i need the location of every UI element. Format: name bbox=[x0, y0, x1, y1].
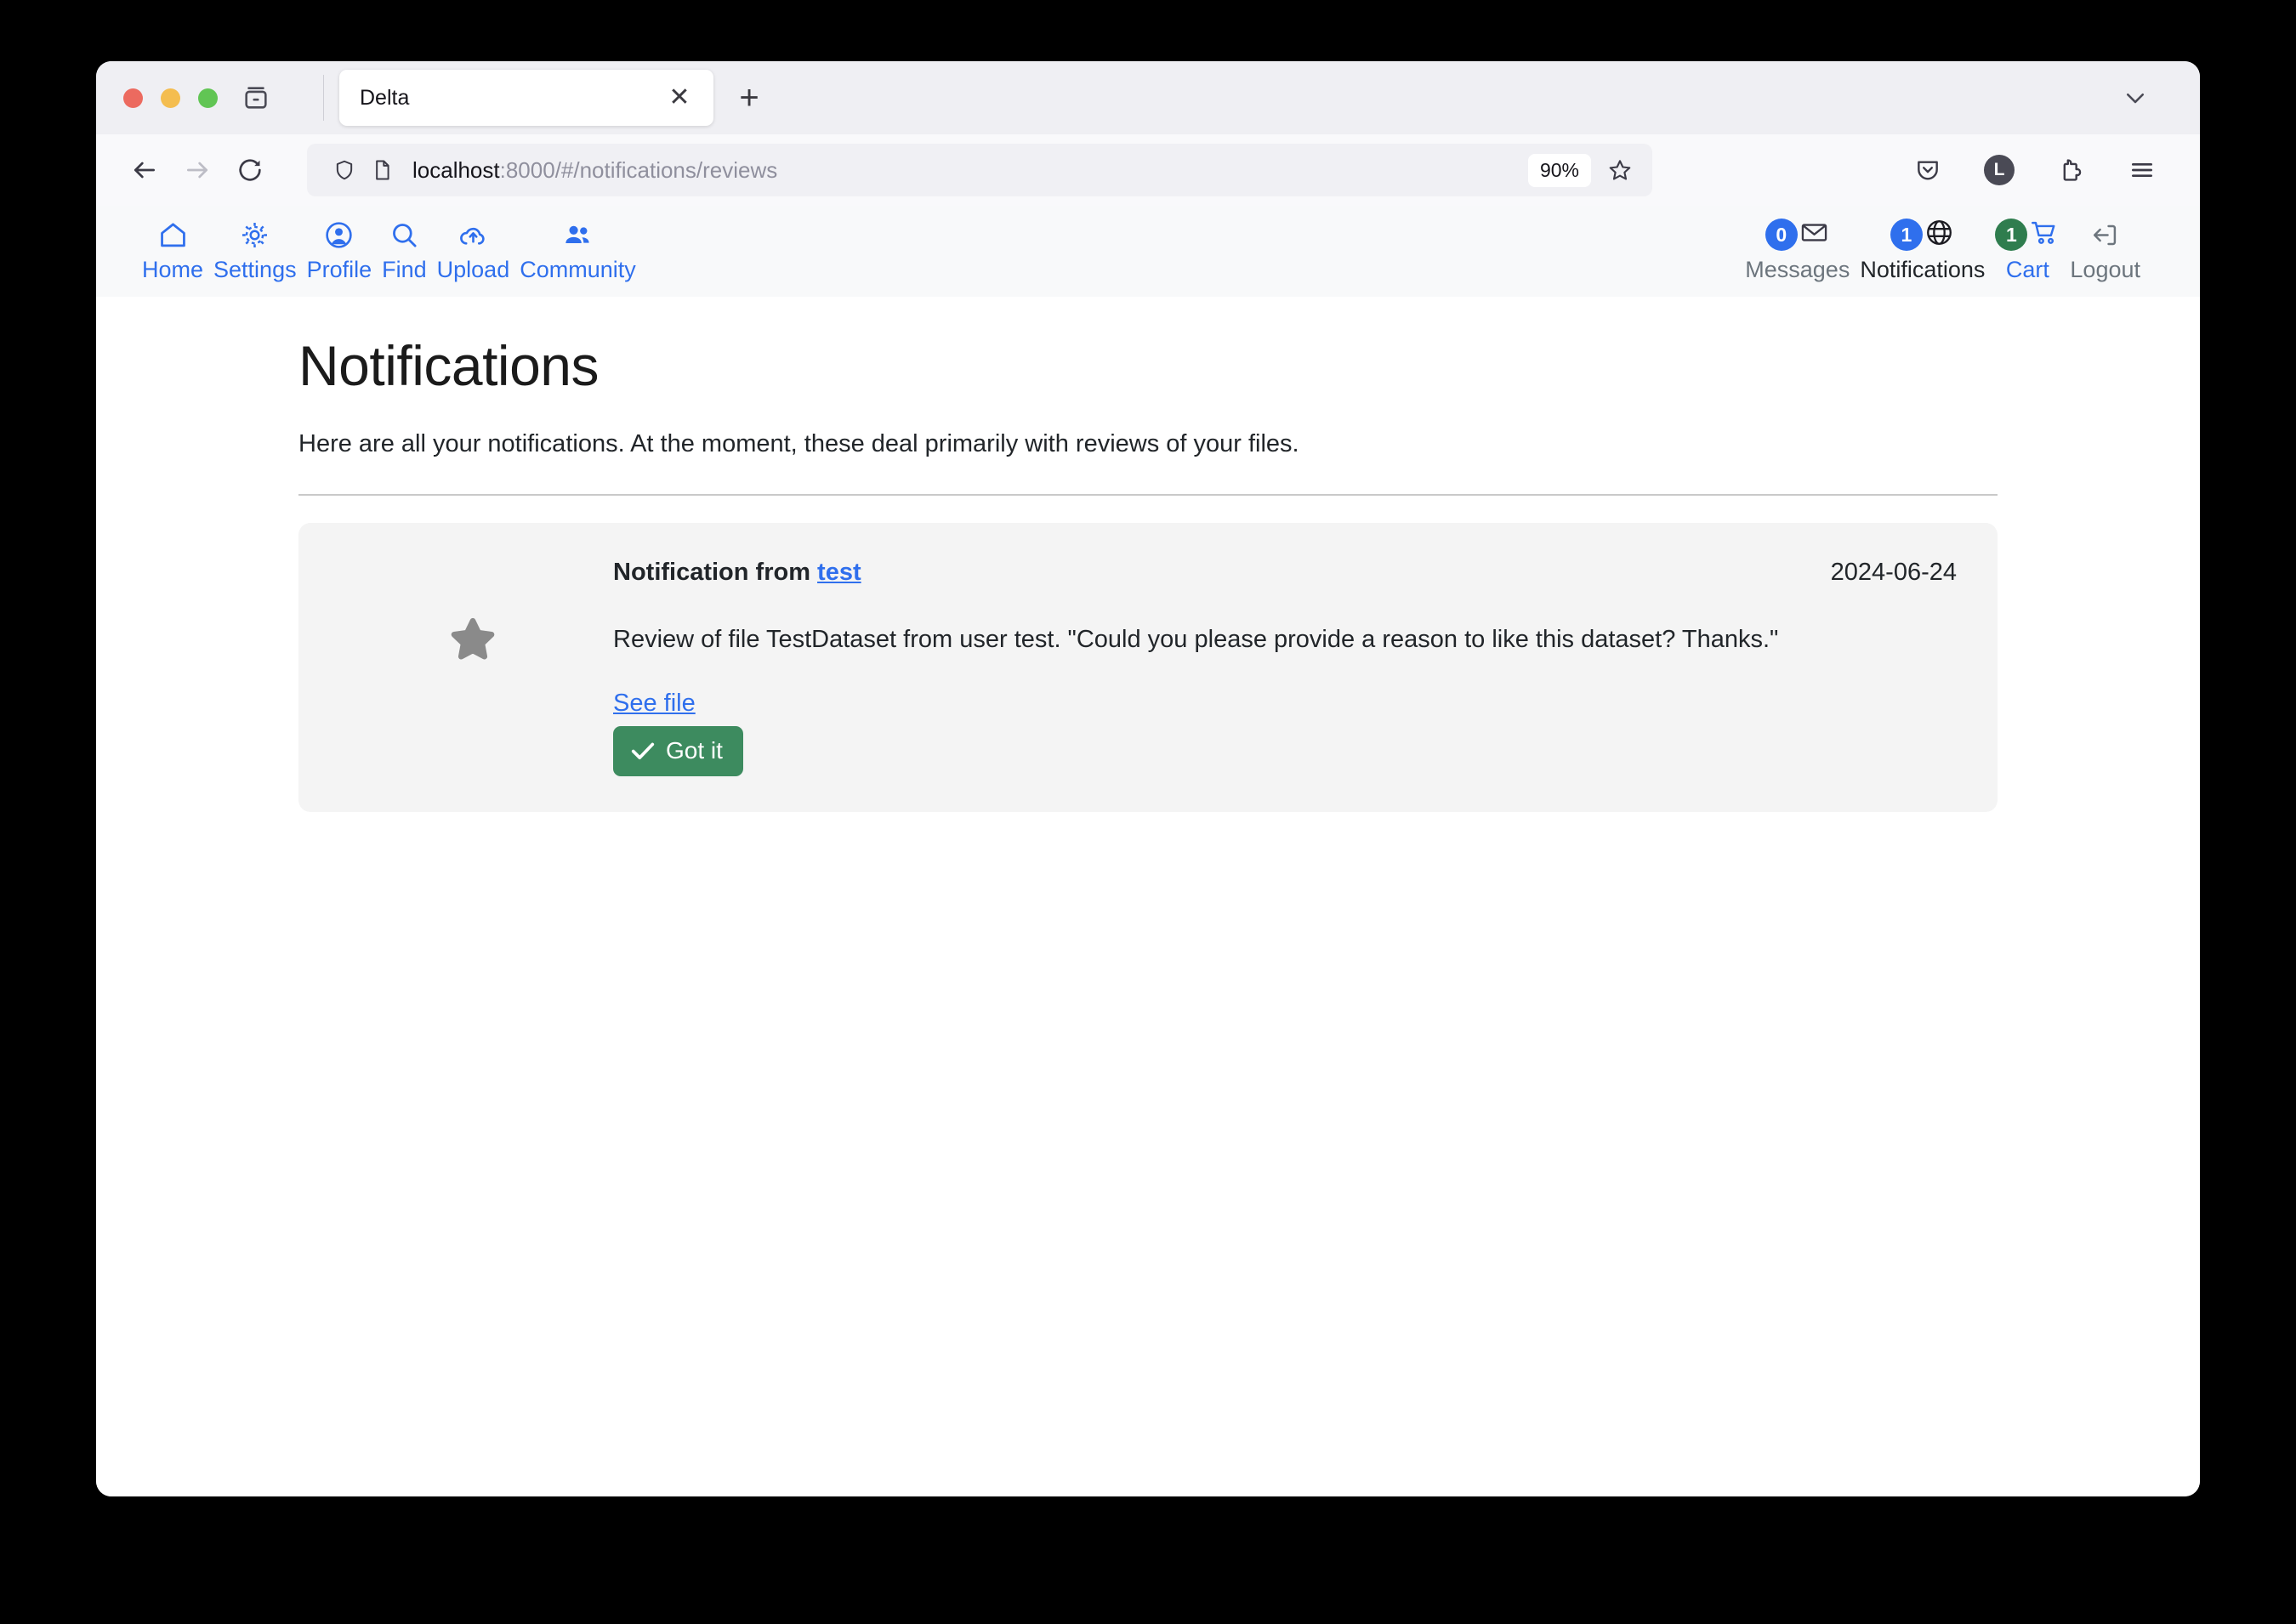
close-tab-icon[interactable]: ✕ bbox=[661, 79, 698, 116]
page-document-icon[interactable] bbox=[365, 153, 399, 187]
check-icon bbox=[631, 742, 655, 759]
messages-icon-group: 0 bbox=[1765, 217, 1830, 253]
pocket-save-icon[interactable] bbox=[1904, 146, 1952, 194]
browser-toolbar-actions: L bbox=[1904, 146, 2166, 194]
back-button[interactable] bbox=[118, 144, 171, 196]
url-path: :8000/#/notifications/reviews bbox=[499, 156, 778, 183]
nav-item-logout[interactable]: Logout bbox=[2065, 217, 2145, 284]
notification-header: Notification from test 2024-06-24 bbox=[613, 559, 1964, 587]
account-avatar[interactable]: L bbox=[1975, 146, 2023, 194]
notifications-icon-group: 1 bbox=[1890, 217, 1955, 253]
nav-label-upload: Upload bbox=[436, 257, 510, 282]
nav-label-cart: Cart bbox=[2005, 257, 2049, 282]
cart-icon bbox=[2028, 217, 2060, 253]
people-icon bbox=[562, 217, 594, 253]
cart-icon-group: 1 bbox=[1995, 217, 2060, 253]
forward-button[interactable] bbox=[171, 144, 224, 196]
nav-item-cart[interactable]: 1 Cart bbox=[1990, 217, 2065, 284]
nav-item-upload[interactable]: Upload bbox=[432, 217, 515, 284]
notification-actions: See file Got it bbox=[613, 657, 1964, 776]
browser-tab[interactable]: Delta ✕ bbox=[339, 70, 713, 126]
hamburger-menu-icon[interactable] bbox=[2118, 146, 2166, 194]
url-text: localhost:8000/#/notifications/reviews bbox=[412, 157, 1528, 184]
gear-icon bbox=[239, 217, 270, 253]
nav-label-community: Community bbox=[520, 257, 636, 282]
content-divider bbox=[298, 493, 1998, 496]
nav-label-logout: Logout bbox=[2070, 257, 2140, 282]
nav-label-home: Home bbox=[142, 257, 204, 282]
logout-icon bbox=[2089, 217, 2121, 253]
extensions-puzzle-icon[interactable] bbox=[2047, 146, 2094, 194]
shield-icon[interactable] bbox=[327, 153, 361, 187]
envelope-icon bbox=[1799, 217, 1830, 253]
notification-title-prefix: Notification from bbox=[613, 558, 818, 586]
nav-item-home[interactable]: Home bbox=[137, 217, 208, 284]
browser-nav-toolbar: localhost:8000/#/notifications/reviews 9… bbox=[96, 134, 2200, 206]
notification-from-user-link[interactable]: test bbox=[817, 559, 861, 586]
nav-item-find[interactable]: Find bbox=[377, 217, 432, 284]
messages-badge: 0 bbox=[1765, 219, 1798, 251]
zoom-level-indicator[interactable]: 90% bbox=[1527, 153, 1591, 187]
globe-icon bbox=[1924, 217, 1955, 253]
tab-title: Delta bbox=[360, 85, 410, 110]
nav-label-messages: Messages bbox=[1745, 257, 1850, 282]
tab-strip-divider bbox=[323, 75, 324, 121]
nav-label-profile: Profile bbox=[306, 257, 372, 282]
nav-item-settings[interactable]: Settings bbox=[208, 217, 302, 284]
avatar-initial: L bbox=[1984, 155, 2015, 185]
notification-text: Review of file TestDataset from user tes… bbox=[613, 625, 1779, 653]
notification-title: Notification from test bbox=[613, 559, 861, 587]
app-navbar: Home Settings Profile Find Upload Commun… bbox=[96, 206, 2200, 297]
star-icon bbox=[332, 554, 613, 666]
nav-item-community[interactable]: Community bbox=[514, 217, 641, 284]
nav-label-find: Find bbox=[382, 257, 427, 282]
content-container: Notifications Here are all your notifica… bbox=[298, 334, 1998, 812]
notification-body: Notification from test 2024-06-24 Review… bbox=[613, 554, 1964, 776]
nav-item-messages[interactable]: 0 Messages bbox=[1740, 217, 1855, 284]
url-bar[interactable]: localhost:8000/#/notifications/reviews 9… bbox=[307, 144, 1652, 196]
url-host: localhost bbox=[412, 156, 500, 183]
firefox-view-icon[interactable] bbox=[228, 70, 284, 126]
app-navbar-right: 0 Messages 1 Notifications 1 Cart Logout bbox=[1740, 217, 2145, 284]
page-title: Notifications bbox=[298, 334, 600, 397]
search-icon bbox=[389, 217, 420, 253]
minimize-window-button[interactable] bbox=[161, 88, 180, 108]
notification-date: 2024-06-24 bbox=[1830, 558, 1957, 586]
cloud-upload-icon bbox=[457, 217, 489, 253]
page-subtitle: Here are all your notifications. At the … bbox=[298, 429, 1299, 457]
app-navbar-left: Home Settings Profile Find Upload Commun… bbox=[137, 217, 641, 284]
new-tab-button[interactable]: + bbox=[725, 74, 773, 122]
chevron-down-icon[interactable] bbox=[2111, 74, 2159, 122]
nav-item-profile[interactable]: Profile bbox=[302, 217, 378, 284]
nav-label-notifications: Notifications bbox=[1860, 257, 1986, 282]
window-traffic-lights bbox=[115, 88, 218, 108]
reload-button[interactable] bbox=[224, 144, 276, 196]
browser-tab-strip: Delta ✕ + bbox=[96, 61, 2200, 134]
maximize-window-button[interactable] bbox=[198, 88, 218, 108]
person-circle-icon bbox=[323, 217, 355, 253]
close-window-button[interactable] bbox=[123, 88, 143, 108]
notification-card: Notification from test 2024-06-24 Review… bbox=[298, 522, 1998, 812]
nav-label-settings: Settings bbox=[213, 257, 297, 282]
got-it-label: Got it bbox=[666, 736, 723, 764]
nav-item-notifications[interactable]: 1 Notifications bbox=[1855, 217, 1990, 284]
bookmark-star-icon[interactable] bbox=[1600, 150, 1640, 190]
notifications-badge: 1 bbox=[1890, 219, 1923, 251]
main-content: Notifications Here are all your notifica… bbox=[96, 297, 2200, 812]
page-content: Home Settings Profile Find Upload Commun… bbox=[96, 206, 2200, 1496]
cart-badge: 1 bbox=[1995, 219, 2028, 251]
home-icon bbox=[157, 217, 189, 253]
see-file-link[interactable]: See file bbox=[613, 690, 696, 718]
got-it-button[interactable]: Got it bbox=[613, 725, 743, 776]
browser-window: Delta ✕ + localhost:8000/#/notifications… bbox=[96, 61, 2200, 1496]
